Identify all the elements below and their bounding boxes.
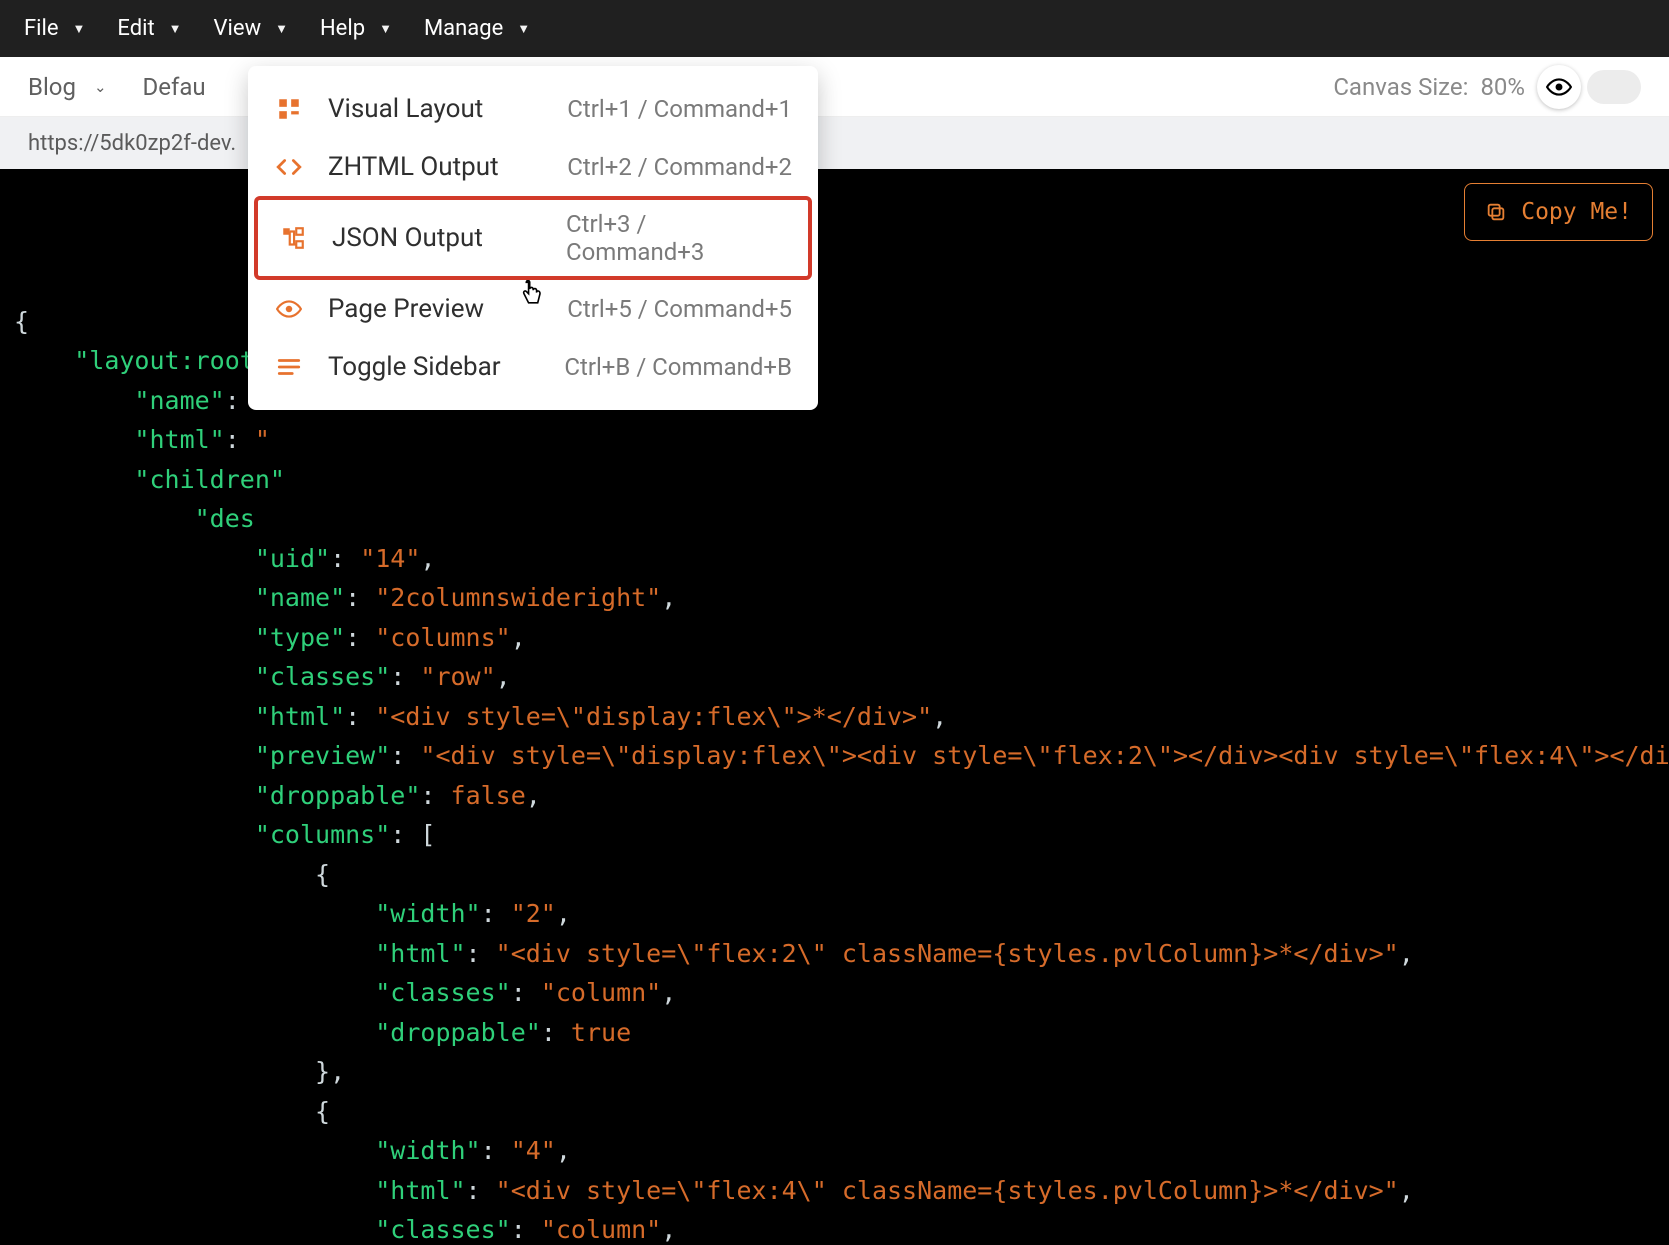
view-menu-toggle-sidebar[interactable]: Toggle Sidebar Ctrl+B / Command+B — [248, 338, 818, 396]
view-menu-item-label: ZHTML Output — [328, 152, 538, 182]
code-text: { "layout:root:default": { "name": "html… — [14, 302, 1655, 1245]
view-menu-page-preview[interactable]: Page Preview Ctrl+5 / Command+5 — [248, 280, 818, 338]
sidebar-icon — [274, 352, 304, 382]
menu-view[interactable]: View ▼ — [200, 8, 302, 49]
project-dropdown[interactable]: Blog ⌄ — [28, 73, 107, 101]
url-text: https://5dk0zp2f-dev. — [28, 131, 236, 156]
layout-dropdown-label: Defau — [143, 73, 206, 101]
copy-button[interactable]: Copy Me! — [1464, 183, 1653, 241]
canvas-size-label: Canvas Size: — [1333, 73, 1468, 101]
menu-label: Help — [320, 16, 365, 41]
menu-file[interactable]: File ▼ — [10, 8, 99, 49]
menu-manage[interactable]: Manage ▼ — [410, 8, 544, 49]
view-menu-item-shortcut: Ctrl+5 / Command+5 — [567, 295, 792, 323]
canvas-size-value: 80% — [1480, 73, 1525, 101]
menu-label: File — [24, 16, 59, 41]
chevron-down-icon: ⌄ — [94, 78, 107, 96]
view-menu-item-shortcut: Ctrl+2 / Command+2 — [567, 153, 792, 181]
preview-toggle-track[interactable] — [1587, 70, 1641, 104]
copy-icon — [1485, 201, 1507, 223]
view-menu-item-shortcut: Ctrl+3 / Command+3 — [566, 210, 788, 266]
menubar: File ▼ Edit ▼ View ▼ Help ▼ Manage ▼ — [0, 0, 1669, 57]
menu-help[interactable]: Help ▼ — [306, 8, 406, 49]
view-menu-item-shortcut: Ctrl+1 / Command+1 — [567, 95, 792, 123]
project-dropdown-label: Blog — [28, 73, 76, 101]
menu-edit[interactable]: Edit ▼ — [103, 8, 195, 49]
chevron-down-icon: ▼ — [517, 21, 530, 37]
layout-dropdown[interactable]: Defau — [143, 73, 206, 101]
chevron-down-icon: ▼ — [73, 21, 86, 37]
copy-button-label: Copy Me! — [1521, 194, 1632, 230]
view-menu-item-shortcut: Ctrl+B / Command+B — [564, 353, 792, 381]
view-menu-visual-layout[interactable]: Visual Layout Ctrl+1 / Command+1 — [248, 80, 818, 138]
menu-label: Edit — [117, 16, 154, 41]
view-menu-json-output[interactable]: JSON Output Ctrl+3 / Command+3 — [254, 196, 812, 280]
eye-icon — [1546, 74, 1572, 100]
menu-label: Manage — [424, 16, 503, 41]
view-menu-item-label: JSON Output — [332, 223, 542, 253]
view-menu-item-label: Toggle Sidebar — [328, 352, 538, 382]
view-menu-item-label: Visual Layout — [328, 94, 538, 124]
view-menu-zhtml-output[interactable]: ZHTML Output Ctrl+2 / Command+2 — [248, 138, 818, 196]
grid-icon — [274, 94, 304, 124]
preview-toggle[interactable] — [1537, 65, 1581, 109]
tree-icon — [278, 223, 308, 253]
canvas-size-control: Canvas Size: 80% — [1333, 65, 1641, 109]
chevron-down-icon: ▼ — [169, 21, 182, 37]
chevron-down-icon: ▼ — [379, 21, 392, 37]
chevron-down-icon: ▼ — [275, 21, 288, 37]
menu-label: View — [214, 16, 262, 41]
eye-icon — [274, 294, 304, 324]
view-menu-dropdown: Visual Layout Ctrl+1 / Command+1 ZHTML O… — [248, 66, 818, 410]
view-menu-item-label: Page Preview — [328, 294, 538, 324]
code-icon — [274, 152, 304, 182]
